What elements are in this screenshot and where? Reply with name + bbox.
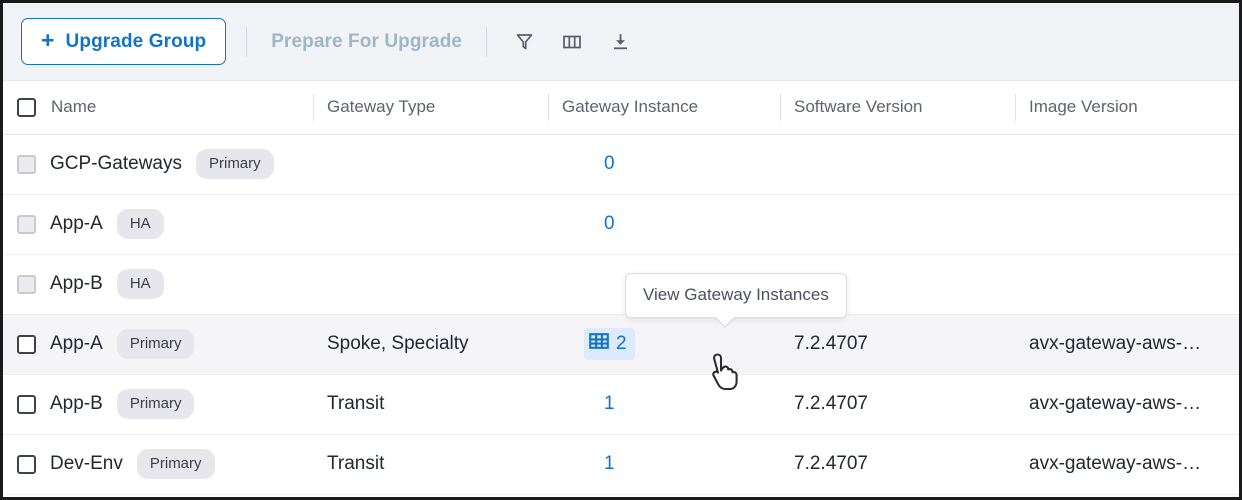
- table-row[interactable]: Dev-Env Primary Transit 1 7.2.4707avx-gatewa…: [3, 434, 1239, 494]
- table-header: Name Gateway Type Gateway Instance Softw…: [3, 81, 1239, 134]
- gateway-instance-count-link[interactable]: 1: [562, 453, 615, 474]
- row-select-checkbox[interactable]: [17, 395, 36, 414]
- cell-gateway-type: Transit: [313, 434, 548, 494]
- cell-gateway-instance: 0: [548, 194, 780, 254]
- gateway-instance-count-link[interactable]: 1: [562, 393, 615, 414]
- row-name-label: GCP-Gateways: [50, 153, 182, 175]
- plus-icon: +: [41, 29, 55, 52]
- cell-image-version: avx-gateway-aws-…: [1015, 374, 1239, 434]
- gateway-instance-count-link[interactable]: 0: [562, 153, 615, 174]
- cell-name: App-A Primary: [3, 314, 313, 374]
- gateway-instance-tooltip: View Gateway Instances: [625, 273, 847, 318]
- table-row[interactable]: App-B Primary Transit 1 7.2.4707avx-gateway-…: [3, 374, 1239, 434]
- tooltip-arrow-inner: [714, 315, 736, 326]
- cell-gateway-type: [313, 254, 548, 314]
- upgrade-group-button-label: Upgrade Group: [66, 31, 207, 53]
- cell-gateway-instance: 2: [548, 314, 780, 374]
- filter-icon: [514, 31, 535, 52]
- cell-name: GCP-Gateways Primary: [3, 134, 313, 194]
- gateway-instance-count-link[interactable]: 0: [562, 213, 615, 234]
- cell-gateway-type: Spoke, Specialty: [313, 314, 548, 374]
- columns-icon: [561, 31, 583, 52]
- cell-image-version: [1015, 134, 1239, 194]
- table-row[interactable]: App-A Primary Spoke, Specialty 2 7.2.4707avx…: [3, 314, 1239, 374]
- cell-name: App-B Primary: [3, 374, 313, 434]
- cell-image-version: avx-gateway-aws-…: [1015, 314, 1239, 374]
- column-header-name-label: Name: [51, 97, 96, 117]
- column-header-gateway-type: Gateway Type: [313, 81, 548, 134]
- table-toolbar: + Upgrade Group Prepare For Upgrade: [3, 3, 1239, 81]
- cell-software-version: [780, 134, 1015, 194]
- row-name-label: App-B: [50, 393, 103, 415]
- columns-icon-button[interactable]: [555, 25, 589, 59]
- cell-name: Dev-Env Primary: [3, 434, 313, 494]
- row-name-label: Dev-Env: [50, 453, 123, 475]
- toolbar-divider-2: [486, 27, 487, 57]
- row-select-checkbox: [17, 215, 36, 234]
- toolbar-divider-1: [246, 27, 247, 57]
- table-header-row: Name Gateway Type Gateway Instance Softw…: [3, 81, 1239, 134]
- row-select-checkbox[interactable]: [17, 455, 36, 474]
- table-body: GCP-GatewaysPrimary0App-AHA0App-BHAApp-A…: [3, 134, 1239, 494]
- row-name-label: App-B: [50, 273, 103, 295]
- table-row[interactable]: App-A HA 0: [3, 194, 1239, 254]
- cell-gateway-type: [313, 194, 548, 254]
- column-header-name: Name: [3, 81, 313, 134]
- table-row[interactable]: App-B HA: [3, 254, 1239, 314]
- row-type-chip: Primary: [137, 449, 215, 479]
- row-type-chip: HA: [117, 269, 164, 299]
- row-type-chip: HA: [117, 209, 164, 239]
- tooltip-text: View Gateway Instances: [643, 285, 829, 304]
- cell-software-version: [780, 194, 1015, 254]
- column-header-image-version: Image Version: [1015, 81, 1239, 134]
- row-name-label: App-A: [50, 213, 103, 235]
- cell-gateway-type: Transit: [313, 374, 548, 434]
- download-icon: [610, 31, 631, 52]
- cell-image-version: avx-gateway-aws-…: [1015, 434, 1239, 494]
- row-select-checkbox[interactable]: [17, 335, 36, 354]
- cell-image-version: [1015, 194, 1239, 254]
- prepare-for-upgrade-button[interactable]: Prepare For Upgrade: [267, 25, 466, 59]
- cell-software-version: 7.2.4707: [780, 374, 1015, 434]
- cell-image-version: [1015, 254, 1239, 314]
- filter-icon-button[interactable]: [507, 25, 541, 59]
- row-type-chip: Primary: [117, 389, 195, 419]
- gateway-upgrade-table-screen: + Upgrade Group Prepare For Upgrade: [0, 0, 1242, 500]
- row-type-chip: Primary: [196, 149, 274, 179]
- gateway-table: Name Gateway Type Gateway Instance Softw…: [3, 81, 1239, 495]
- row-name-label: App-A: [50, 333, 103, 355]
- cell-software-version: 7.2.4707: [780, 314, 1015, 374]
- cell-gateway-instance: 1: [548, 374, 780, 434]
- column-header-software-version: Software Version: [780, 81, 1015, 134]
- upgrade-group-button[interactable]: + Upgrade Group: [21, 18, 226, 65]
- view-gateway-instances-button[interactable]: 2: [584, 328, 635, 360]
- gateway-instance-count: 2: [616, 333, 627, 355]
- cell-gateway-instance: 1: [548, 434, 780, 494]
- row-select-checkbox: [17, 155, 36, 174]
- cell-gateway-type: [313, 134, 548, 194]
- cell-name: App-A HA: [3, 194, 313, 254]
- cell-name: App-B HA: [3, 254, 313, 314]
- select-all-checkbox[interactable]: [17, 98, 36, 117]
- cell-software-version: 7.2.4707: [780, 434, 1015, 494]
- grid-icon: [589, 331, 609, 357]
- cell-gateway-instance: 0: [548, 134, 780, 194]
- row-select-checkbox: [17, 275, 36, 294]
- column-header-gateway-instance: Gateway Instance: [548, 81, 780, 134]
- download-icon-button[interactable]: [603, 25, 637, 59]
- table-row[interactable]: GCP-Gateways Primary 0: [3, 134, 1239, 194]
- row-type-chip: Primary: [117, 329, 195, 359]
